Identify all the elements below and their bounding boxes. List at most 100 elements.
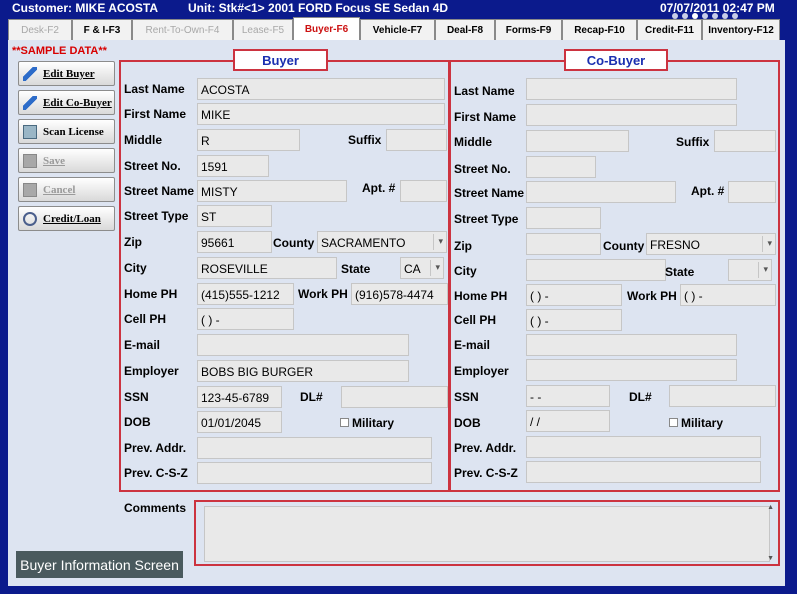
cobuyer-home-ph-field[interactable]: ( ) - bbox=[526, 284, 622, 306]
scan-license-button[interactable]: Scan License bbox=[18, 119, 115, 144]
buyer-zip-label: Zip bbox=[124, 235, 142, 249]
buyer-military-checkbox[interactable] bbox=[340, 418, 349, 427]
cobuyer-state-select[interactable]: ▾ bbox=[728, 259, 772, 281]
tab-credit[interactable]: Credit-F11 bbox=[637, 19, 702, 40]
comments-textarea[interactable] bbox=[204, 506, 770, 562]
buyer-county-select[interactable]: SACRAMENTO ▾ bbox=[317, 231, 447, 253]
tab-inventory[interactable]: Inventory-F12 bbox=[702, 19, 780, 40]
cobuyer-work-ph-field[interactable]: ( ) - bbox=[680, 284, 776, 306]
cobuyer-last-name-label: Last Name bbox=[454, 84, 515, 98]
buyer-dl-field[interactable] bbox=[341, 386, 448, 408]
datetime: 07/07/2011 02:47 PM bbox=[660, 1, 775, 15]
cobuyer-apt-field[interactable] bbox=[728, 181, 776, 203]
cobuyer-home-ph-label: Home PH bbox=[454, 289, 508, 303]
cobuyer-ssn-field[interactable]: - - bbox=[526, 385, 610, 407]
buyer-email-field[interactable] bbox=[197, 334, 409, 356]
status-badge: Buyer Information Screen bbox=[16, 551, 183, 578]
buyer-first-name-field[interactable]: MIKE bbox=[197, 103, 445, 125]
cobuyer-suffix-label: Suffix bbox=[676, 135, 710, 149]
cobuyer-employer-field[interactable] bbox=[526, 359, 737, 381]
cobuyer-section: Last Name First Name Middle Suffix Stree… bbox=[449, 60, 780, 492]
buyer-county-value: SACRAMENTO bbox=[321, 236, 406, 250]
buyer-state-label: State bbox=[341, 262, 371, 276]
cobuyer-county-select[interactable]: FRESNO ▾ bbox=[646, 233, 776, 255]
cobuyer-prev-addr-field[interactable] bbox=[526, 436, 761, 458]
buyer-county-label: County bbox=[273, 236, 315, 250]
chevron-down-icon: ▾ bbox=[435, 262, 440, 272]
buyer-suffix-field[interactable] bbox=[386, 129, 447, 151]
scroll-up-icon[interactable]: ▲ bbox=[767, 504, 774, 511]
cobuyer-city-field[interactable] bbox=[526, 259, 666, 281]
cobuyer-email-field[interactable] bbox=[526, 334, 737, 356]
cobuyer-street-type-field[interactable] bbox=[526, 207, 601, 229]
cobuyer-suffix-field[interactable] bbox=[714, 130, 776, 152]
tab-forms[interactable]: Forms-F9 bbox=[495, 19, 562, 40]
cobuyer-dl-label: DL# bbox=[629, 390, 652, 404]
tab-lease[interactable]: Lease-F5 bbox=[233, 19, 293, 40]
cobuyer-prev-csz-field[interactable] bbox=[526, 461, 761, 483]
edit-cobuyer-button[interactable]: Edit Co-Buyer bbox=[18, 90, 115, 115]
save-label: Save bbox=[43, 154, 65, 167]
cobuyer-military-checkbox[interactable] bbox=[669, 418, 678, 427]
tab-recap[interactable]: Recap-F10 bbox=[562, 19, 637, 40]
main-panel: **SAMPLE DATA** Edit Buyer Edit Co-Buyer… bbox=[8, 40, 785, 586]
buyer-city-label: City bbox=[124, 261, 147, 275]
cobuyer-street-name-field[interactable] bbox=[526, 181, 676, 203]
cobuyer-street-name-label: Street Name bbox=[454, 186, 525, 200]
tab-desk[interactable]: Desk-F2 bbox=[8, 19, 72, 40]
cobuyer-prev-addr-label: Prev. Addr. bbox=[454, 441, 517, 455]
cobuyer-dl-field[interactable] bbox=[669, 385, 776, 407]
scan-license-label: Scan License bbox=[43, 125, 104, 138]
buyer-street-no-field[interactable]: 1591 bbox=[197, 155, 269, 177]
buyer-work-ph-field[interactable]: (916)578-4474 bbox=[351, 283, 448, 305]
save-icon bbox=[23, 153, 37, 168]
cobuyer-cell-ph-label: Cell PH bbox=[454, 313, 497, 327]
buyer-state-select[interactable]: CA ▾ bbox=[400, 257, 444, 279]
buyer-prev-csz-field[interactable] bbox=[197, 462, 432, 484]
cobuyer-middle-field[interactable] bbox=[526, 130, 629, 152]
cobuyer-work-ph-label: Work PH bbox=[627, 289, 677, 303]
cancel-button[interactable]: Cancel bbox=[18, 177, 115, 202]
buyer-home-ph-field[interactable]: (415)555-1212 bbox=[197, 283, 294, 305]
buyer-prev-addr-field[interactable] bbox=[197, 437, 432, 459]
buyer-employer-label: Employer bbox=[124, 364, 179, 378]
buyer-home-ph-label: Home PH bbox=[124, 287, 178, 301]
tab-f-and-i[interactable]: F & I-F3 bbox=[72, 19, 132, 40]
cobuyer-section-title: Co-Buyer bbox=[564, 49, 668, 71]
buyer-suffix-label: Suffix bbox=[348, 133, 382, 147]
buyer-prev-csz-label: Prev. C-S-Z bbox=[124, 466, 188, 480]
pencil-icon bbox=[23, 66, 37, 81]
buyer-street-type-field[interactable]: ST bbox=[197, 205, 272, 227]
buyer-apt-field[interactable] bbox=[400, 180, 447, 202]
cobuyer-first-name-field[interactable] bbox=[526, 104, 737, 126]
buyer-ssn-field[interactable]: 123-45-6789 bbox=[197, 386, 282, 408]
buyer-street-name-field[interactable]: MISTY bbox=[197, 180, 347, 202]
tab-vehicle[interactable]: Vehicle-F7 bbox=[360, 19, 435, 40]
cobuyer-zip-field[interactable] bbox=[526, 233, 601, 255]
sample-data-label: **SAMPLE DATA** bbox=[12, 45, 107, 57]
credit-loan-button[interactable]: Credit/Loan bbox=[18, 206, 115, 231]
buyer-cell-ph-field[interactable]: ( ) - bbox=[197, 308, 294, 330]
cobuyer-dob-field[interactable]: / / bbox=[526, 410, 610, 432]
buyer-prev-addr-label: Prev. Addr. bbox=[124, 441, 187, 455]
cobuyer-last-name-field[interactable] bbox=[526, 78, 737, 100]
scroll-down-icon[interactable]: ▼ bbox=[767, 555, 774, 562]
buyer-city-field[interactable]: ROSEVILLE bbox=[197, 257, 337, 279]
cobuyer-cell-ph-field[interactable]: ( ) - bbox=[526, 309, 622, 331]
buyer-zip-field[interactable]: 95661 bbox=[197, 231, 272, 253]
buyer-last-name-field[interactable]: ACOSTA bbox=[197, 78, 445, 100]
edit-buyer-button[interactable]: Edit Buyer bbox=[18, 61, 115, 86]
tab-buyer[interactable]: Buyer-F6 bbox=[293, 17, 360, 40]
tab-deal[interactable]: Deal-F8 bbox=[435, 19, 495, 40]
cobuyer-county-value: FRESNO bbox=[650, 238, 701, 252]
buyer-employer-field[interactable]: BOBS BIG BURGER bbox=[197, 360, 409, 382]
chevron-down-icon: ▾ bbox=[767, 238, 772, 248]
buyer-middle-field[interactable]: R bbox=[197, 129, 300, 151]
cobuyer-street-no-field[interactable] bbox=[526, 156, 596, 178]
comments-label: Comments bbox=[124, 501, 187, 515]
cobuyer-street-no-label: Street No. bbox=[454, 162, 511, 176]
buyer-dob-field[interactable]: 01/01/2045 bbox=[197, 411, 282, 433]
save-button[interactable]: Save bbox=[18, 148, 115, 173]
buyer-cell-ph-label: Cell PH bbox=[124, 312, 167, 326]
tab-rent-to-own[interactable]: Rent-To-Own-F4 bbox=[132, 19, 233, 40]
